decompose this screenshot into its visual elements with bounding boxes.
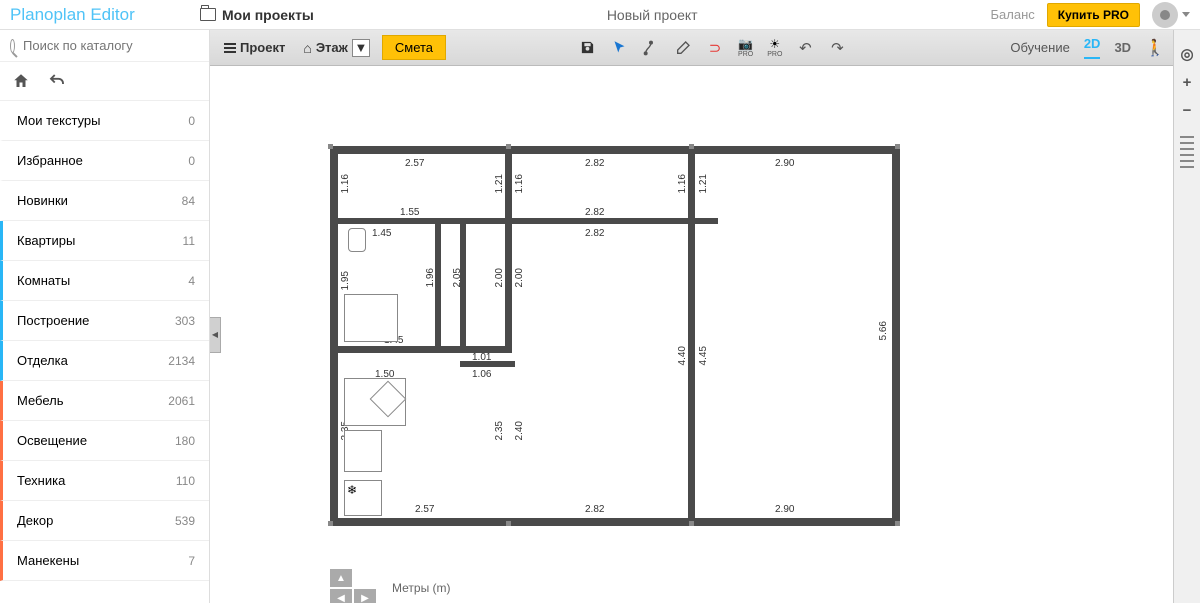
header: Planoplan Editor Мои проекты Новый проек… <box>0 0 1200 30</box>
arrow-left-button[interactable]: ◀ <box>330 589 352 603</box>
catalog-item-apartments[interactable]: Квартиры11 <box>0 221 209 261</box>
toolbar: Проект ⌂ Этаж ▼ Смета ⊃ 📷PRO ☀PRO ↶ ↷ Об… <box>210 30 1173 66</box>
canvas[interactable]: 2.57 2.82 2.90 2.57 2.82 2.90 1.16 1.95 … <box>210 66 1173 603</box>
tool-group: ⊃ 📷PRO ☀PRO ↶ ↷ <box>578 37 846 58</box>
arrow-right-button[interactable]: ▶ <box>354 589 376 603</box>
target-icon[interactable]: ◎ <box>1179 46 1195 62</box>
search-icon <box>10 39 15 53</box>
menu-icon <box>224 43 236 53</box>
catalog-item-decor[interactable]: Декор539 <box>0 501 209 541</box>
walk-icon[interactable]: 🚶 <box>1145 38 1165 58</box>
my-projects-label: Мои проекты <box>222 7 314 23</box>
camera-pro-icon[interactable]: 📷PRO <box>738 37 753 58</box>
sidebar: Мои текстуры0 Избранное0 Новинки84 Кварт… <box>0 30 210 603</box>
catalog-item-notation[interactable]: Обозначения <box>0 581 209 591</box>
view-2d-tab[interactable]: 2D <box>1084 36 1101 59</box>
sun-pro-icon[interactable]: ☀PRO <box>767 37 782 58</box>
floor-menu[interactable]: ⌂ Этаж ▼ <box>297 36 376 60</box>
learn-button[interactable]: Обучение <box>1010 40 1069 55</box>
counter-1[interactable] <box>344 294 398 342</box>
floor-plan[interactable]: 2.57 2.82 2.90 2.57 2.82 2.90 1.16 1.95 … <box>330 146 900 526</box>
search-box <box>0 30 209 62</box>
logo: Planoplan Editor <box>10 5 200 25</box>
right-toolbar: ◎ + − <box>1173 30 1200 603</box>
catalog-item-build[interactable]: Построение303 <box>0 301 209 341</box>
toilet[interactable] <box>348 228 366 252</box>
undo-tool-icon[interactable]: ↶ <box>796 39 814 57</box>
floor-dropdown-icon: ▼ <box>352 39 370 57</box>
search-input[interactable] <box>23 38 199 53</box>
catalog-list[interactable]: Мои текстуры0 Избранное0 Новинки84 Кварт… <box>0 101 209 591</box>
catalog-item-furniture[interactable]: Мебель2061 <box>0 381 209 421</box>
home-icon[interactable] <box>12 72 30 90</box>
sidebar-collapse-handle[interactable] <box>210 317 221 353</box>
catalog-item-rooms[interactable]: Комнаты4 <box>0 261 209 301</box>
fridge[interactable]: ❄ <box>344 480 382 516</box>
catalog-item-new[interactable]: Новинки84 <box>0 181 209 221</box>
project-title: Новый проект <box>314 7 991 23</box>
zoom-out-icon[interactable]: − <box>1179 102 1195 118</box>
catalog-item-mannequins[interactable]: Манекены7 <box>0 541 209 581</box>
zoom-in-icon[interactable]: + <box>1179 74 1195 90</box>
estimate-button[interactable]: Смета <box>382 35 446 60</box>
buy-pro-button[interactable]: Купить PRO <box>1047 3 1140 27</box>
folder-icon <box>200 8 216 21</box>
catalog-item-textures[interactable]: Мои текстуры0 <box>0 101 209 141</box>
bottom-controls: ▲ ◀ ▶ Метры (m) <box>210 573 1173 603</box>
catalog-item-favorites[interactable]: Избранное0 <box>0 141 209 181</box>
avatar-dropdown-icon[interactable] <box>1182 12 1190 17</box>
catalog-item-finish[interactable]: Отделка2134 <box>0 341 209 381</box>
zoom-scale[interactable] <box>1180 136 1194 168</box>
view-3d-tab[interactable]: 3D <box>1114 40 1131 55</box>
redo-tool-icon[interactable]: ↷ <box>828 39 846 57</box>
undo-icon[interactable] <box>48 72 66 90</box>
pointer-icon[interactable] <box>610 39 628 57</box>
project-menu[interactable]: Проект <box>218 37 291 58</box>
arrow-up-button[interactable]: ▲ <box>330 569 352 587</box>
toolbar-right: Обучение 2D 3D 🚶 <box>1010 36 1165 59</box>
balance-label[interactable]: Баланс <box>991 7 1035 22</box>
magnet-icon[interactable]: ⊃ <box>706 39 724 57</box>
my-projects-link[interactable]: Мои проекты <box>200 7 314 23</box>
avatar[interactable] <box>1152 2 1178 28</box>
sidebar-nav <box>0 62 209 101</box>
eraser-icon[interactable] <box>674 39 692 57</box>
catalog-item-tech[interactable]: Техника110 <box>0 461 209 501</box>
save-icon[interactable] <box>578 39 596 57</box>
curve-icon[interactable] <box>642 39 660 57</box>
catalog-item-lighting[interactable]: Освещение180 <box>0 421 209 461</box>
units-label[interactable]: Метры (m) <box>392 581 451 595</box>
floor-icon: ⌂ <box>303 40 311 56</box>
counter-3[interactable] <box>344 430 382 472</box>
